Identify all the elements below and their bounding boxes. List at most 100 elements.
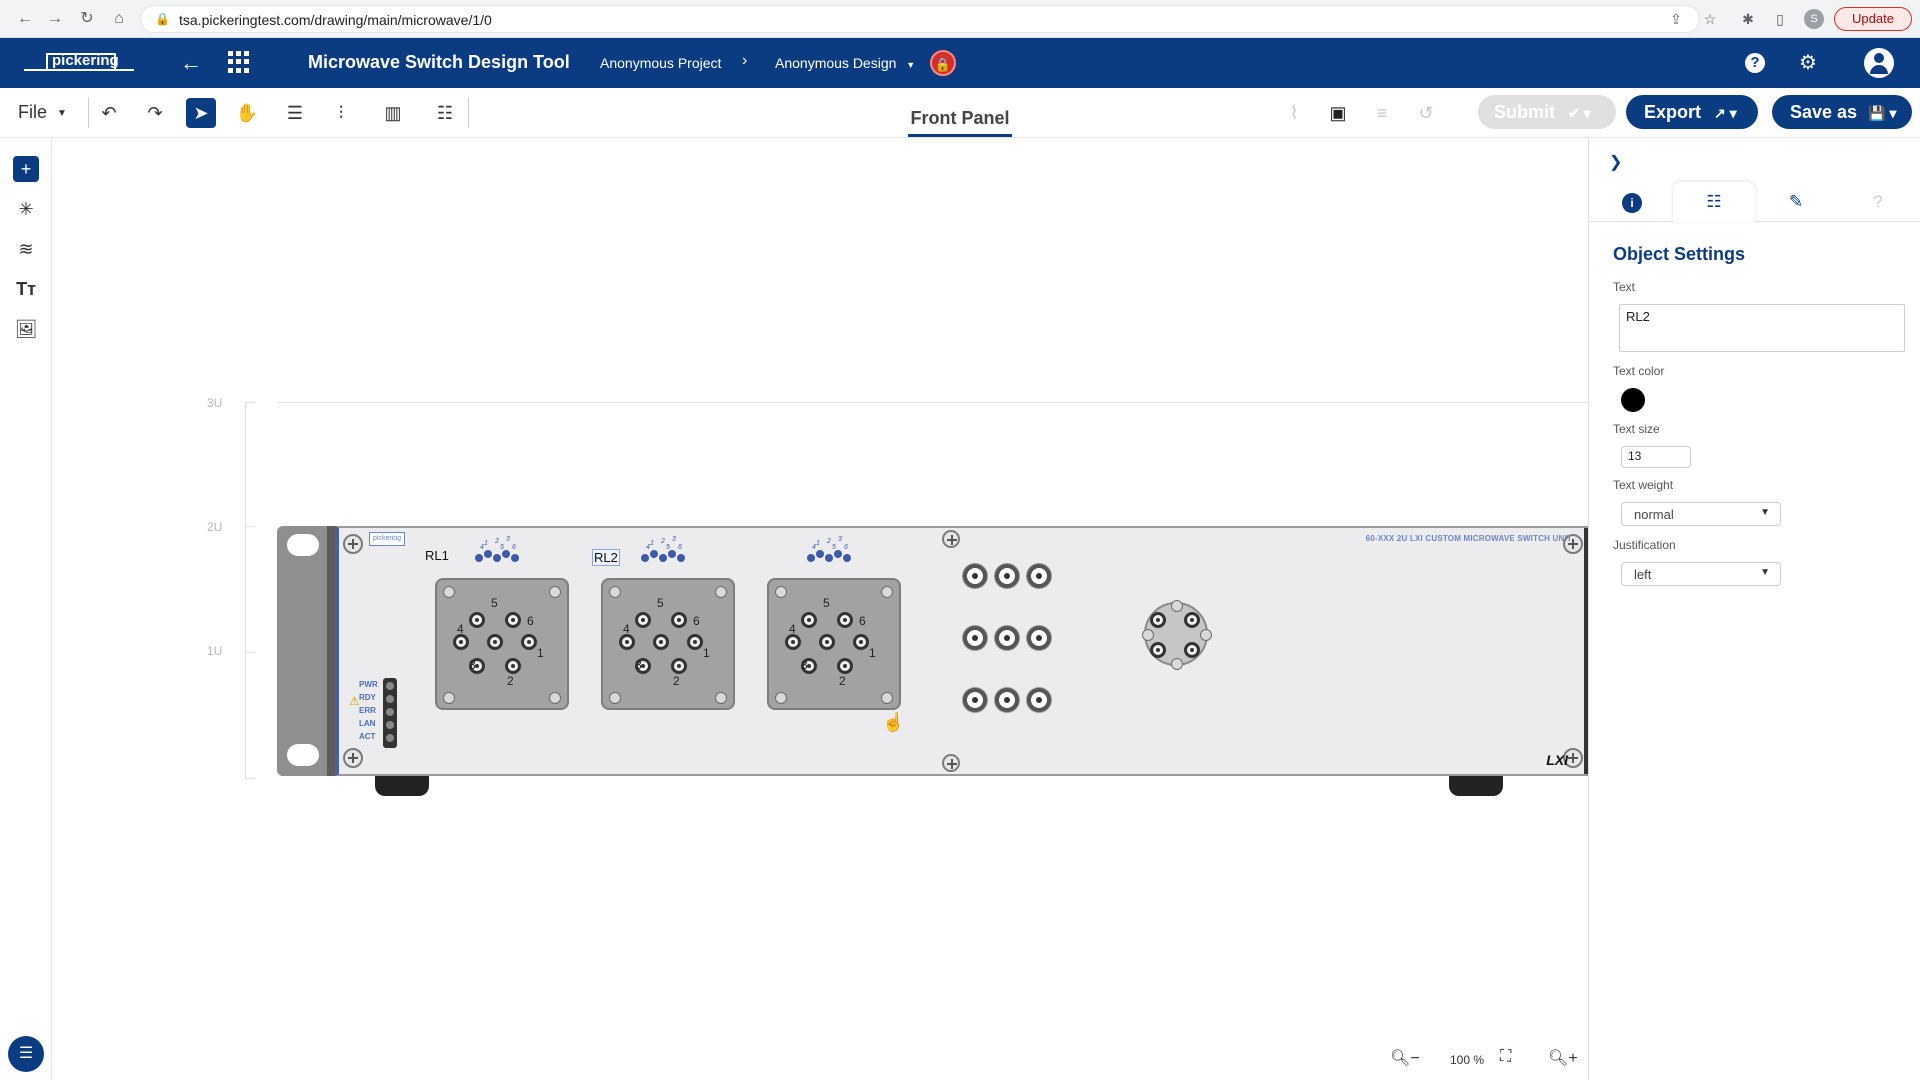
justification-select[interactable]: left ▼ (1621, 562, 1781, 586)
relay-port[interactable] (801, 612, 817, 628)
relay-port[interactable] (785, 634, 801, 650)
save-as-button[interactable]: Save as 💾 ▾ (1772, 95, 1912, 129)
fit-to-screen-icon[interactable]: ⛶ (1500, 1048, 1511, 1066)
attachment-icon[interactable]: ⌇ (1282, 100, 1306, 126)
tab-help[interactable]: ? (1837, 182, 1919, 222)
url-text[interactable]: tsa.pickeringtest.com/drawing/main/micro… (179, 12, 492, 28)
relay-label-rl2[interactable]: RL2 (592, 549, 620, 566)
relay-port[interactable] (671, 658, 687, 674)
sma-connector[interactable] (1027, 688, 1051, 712)
apps-grid-icon[interactable] (228, 51, 250, 73)
relay-port[interactable] (671, 612, 687, 628)
extensions-icon[interactable]: ✱ (1738, 9, 1758, 29)
relay-port[interactable] (837, 658, 853, 674)
front-panel[interactable]: pickering 60-XXX 2U LXI CUSTOM MICROWAVE… (335, 526, 1588, 776)
drawing-canvas[interactable]: 3U 2U 1U pickering 60-XXX 2U LXI CUSTOM … (52, 138, 1588, 1080)
sma-connector[interactable] (1027, 626, 1051, 650)
align-distribute-icon[interactable]: ⫶ (326, 98, 356, 128)
switch-chassis[interactable]: pickering 60-XXX 2U LXI CUSTOM MICROWAVE… (277, 526, 1588, 796)
add-image-icon[interactable]: 🖼 (13, 316, 39, 342)
pickering-logo[interactable]: pickering (24, 49, 134, 77)
relay-rl2[interactable]: 5 6 4 1 3 2 (601, 578, 735, 710)
zoom-in-icon[interactable]: 🔍︎+ (1548, 1048, 1578, 1068)
product-title[interactable]: 60-XXX 2U LXI CUSTOM MICROWAVE SWITCH UN… (1366, 534, 1572, 543)
sidebar-icon[interactable]: ▯ (1770, 9, 1790, 29)
history-icon[interactable]: ↺ (1414, 100, 1438, 126)
relay-label-rl1[interactable]: RL1 (425, 548, 449, 563)
pan-hand-icon[interactable]: ✋ (232, 98, 262, 128)
collapse-panel-chevron-icon[interactable]: ❯ (1609, 152, 1622, 172)
layers-icon[interactable]: ≡ (1370, 100, 1394, 126)
file-menu[interactable]: File ▼ (18, 102, 67, 123)
tab-object-settings[interactable]: ☷ (1673, 182, 1755, 222)
lock-icon[interactable]: 🔒 (930, 50, 956, 76)
export-button[interactable]: Export ↗ ▾ (1626, 95, 1758, 129)
text-tool-icon[interactable]: Tт (13, 276, 39, 302)
settings-gear-icon[interactable]: ⚙ (1796, 51, 1820, 75)
text-input[interactable]: RL2 (1619, 304, 1905, 352)
relay-port[interactable] (505, 658, 521, 674)
sma-connector[interactable] (995, 688, 1019, 712)
zoom-out-icon[interactable]: 🔍︎− (1390, 1048, 1420, 1068)
relay-common-port[interactable] (487, 634, 503, 650)
profile-avatar[interactable]: S (1804, 9, 1824, 29)
bookmark-star-icon[interactable]: ☆ (1700, 9, 1720, 29)
relay-rl3[interactable]: 5 6 4 1 3 2 (767, 578, 901, 710)
help-icon[interactable]: ? (1745, 53, 1765, 73)
connector-icon[interactable]: ✳ (13, 196, 39, 222)
select-pointer-icon[interactable]: ➤ (186, 98, 216, 128)
chevron-down-icon: ▼ (1760, 567, 1770, 578)
align-left-icon[interactable]: ☰ (280, 98, 310, 128)
sma-connector[interactable] (1027, 564, 1051, 588)
tab-front-panel[interactable]: Front Panel (908, 108, 1012, 129)
reload-icon[interactable]: ↻ (76, 8, 98, 30)
submit-button[interactable]: Submit ✔ ▾ (1478, 95, 1616, 129)
home-icon[interactable]: ⌂ (108, 8, 130, 30)
sma-connector[interactable] (995, 564, 1019, 588)
image-icon[interactable]: ▣ (1326, 100, 1350, 126)
sma-connector[interactable] (963, 564, 987, 588)
relay-port[interactable] (521, 634, 537, 650)
browser-forward-icon[interactable]: → (44, 8, 66, 30)
browser-back-icon[interactable]: ← (14, 8, 36, 30)
relay-port[interactable] (453, 634, 469, 650)
port-number: 2 (673, 674, 680, 688)
browser-update-button[interactable]: Update (1834, 7, 1912, 31)
align-vertical-icon[interactable]: ▥ (378, 98, 408, 128)
relay-port[interactable] (469, 612, 485, 628)
text-weight-select[interactable]: normal ▼ (1621, 502, 1781, 526)
relay-common-port[interactable] (819, 634, 835, 650)
relay-port[interactable] (853, 634, 869, 650)
sma-connector[interactable] (995, 626, 1019, 650)
share-icon[interactable]: ⇪ (1666, 9, 1686, 29)
align-center-icon[interactable]: ☷ (430, 98, 460, 128)
breadcrumb-design[interactable]: Anonymous Design ▼ (775, 55, 915, 71)
sma-connector[interactable] (963, 688, 987, 712)
relay-port[interactable] (837, 612, 853, 628)
rack-unit-label: 3U (207, 396, 223, 410)
sma-connector[interactable] (963, 626, 987, 650)
relay-rl1[interactable]: 5 6 4 1 3 2 (435, 578, 569, 710)
redo-icon[interactable]: ↷ (140, 98, 170, 128)
user-account-icon[interactable] (1864, 48, 1894, 78)
notes-list-icon[interactable]: ☰ (8, 1036, 44, 1072)
undo-icon[interactable]: ↶ (94, 98, 124, 128)
relay-port[interactable] (619, 634, 635, 650)
relay-common-port[interactable] (653, 634, 669, 650)
text-size-input[interactable]: 13 (1621, 446, 1691, 468)
relay-port[interactable] (687, 634, 703, 650)
relay-port[interactable] (635, 612, 651, 628)
relay-port[interactable] (505, 612, 521, 628)
circular-multiport-connector[interactable] (1142, 600, 1212, 670)
back-arrow-icon[interactable]: ← (180, 50, 202, 76)
breadcrumb-separator: › (742, 52, 748, 69)
waves-icon[interactable]: ≋ (13, 236, 39, 262)
panel-screw (343, 534, 363, 554)
breadcrumb-project[interactable]: Anonymous Project (600, 55, 721, 71)
port-number: 4 (623, 622, 630, 636)
address-bar[interactable]: 🔒 tsa.pickeringtest.com/drawing/main/mic… (140, 5, 1700, 33)
tab-edit[interactable]: ✎ (1755, 182, 1837, 222)
text-color-swatch[interactable] (1621, 388, 1645, 412)
tab-info[interactable]: i (1591, 182, 1673, 222)
add-component-icon[interactable]: + (13, 156, 39, 182)
